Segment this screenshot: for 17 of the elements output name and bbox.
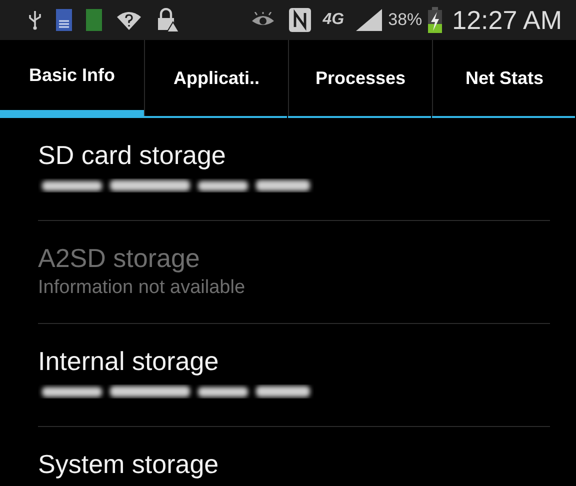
usb-icon — [28, 10, 42, 30]
storage-title: Internal storage — [38, 345, 220, 378]
wifi-question-icon — [116, 10, 142, 30]
storage-title: A2SD storage — [38, 242, 201, 275]
signal-icon — [356, 9, 382, 31]
battery-icon — [428, 7, 442, 33]
storage-title: SD card storage — [38, 139, 227, 172]
clock-time: 12:27 AM — [452, 4, 562, 36]
network-type: 4G — [322, 11, 344, 29]
lock-warning-icon — [156, 8, 180, 32]
storage-detail: Information not available — [38, 276, 246, 300]
document-icon — [56, 9, 72, 31]
storage-title: System storage — [38, 448, 220, 481]
nfc-icon — [288, 8, 311, 32]
eye-icon — [250, 12, 275, 28]
battery-percentage: 38% — [388, 10, 422, 30]
app-icon — [86, 9, 102, 31]
